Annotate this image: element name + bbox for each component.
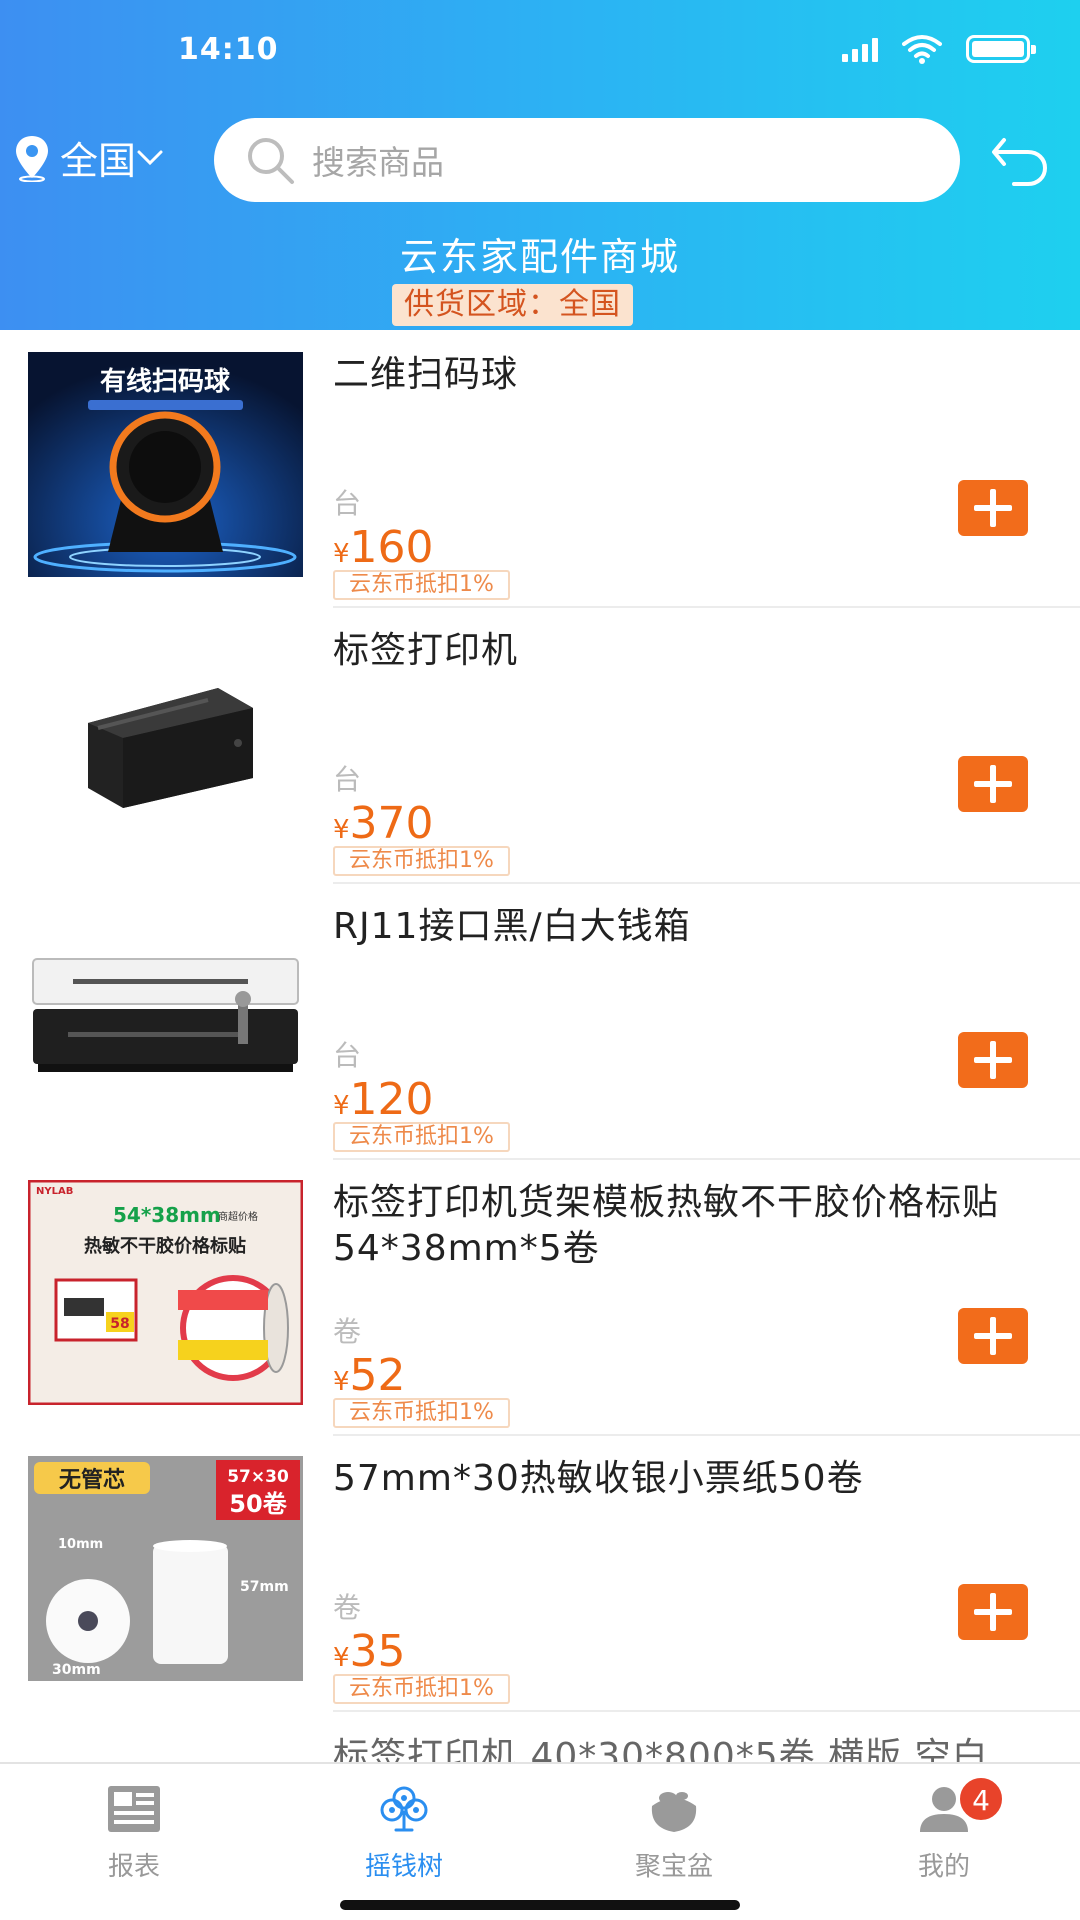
coin-discount-tag: 云东币抵扣1% — [333, 570, 510, 600]
product-unit: 台 — [333, 1039, 362, 1072]
wifi-icon — [902, 35, 942, 64]
product-name[interactable]: 标签打印机货架模板热敏不干胶价格标贴54*38mm*5卷 — [333, 1180, 1080, 1272]
location-pin-icon — [16, 135, 48, 182]
chevron-down-icon — [137, 150, 163, 165]
product-image-price-labels[interactable]: NYLAB 54*38mm 商超价格 热敏不干胶价格标贴 58 — [28, 1180, 303, 1405]
product-info: 标签打印机 台 ¥370 云东币抵扣1% — [333, 628, 1080, 884]
search-bar[interactable]: 搜索商品 — [214, 118, 960, 202]
product-unit: 卷 — [333, 1591, 362, 1624]
home-indicator[interactable] — [340, 1900, 740, 1910]
tab-label: 我的 — [917, 1852, 970, 1882]
product-info: 标签打印机货架模板热敏不干胶价格标贴54*38mm*5卷 卷 ¥52 云东币抵扣… — [333, 1180, 1080, 1436]
product-name[interactable]: 二维扫码球 — [333, 352, 1080, 398]
back-icon[interactable] — [990, 132, 1050, 188]
coin-discount-tag: 云东币抵扣1% — [333, 846, 510, 876]
location-label: 全国 — [60, 139, 137, 183]
product-list[interactable]: 有线扫码球 二维扫码球 台 ¥160 云东币抵扣1% 标签打印机 台 ¥370 … — [0, 332, 1080, 1762]
bottom-tab-bar: 报表 摇钱树 聚宝盆 4 我的 — [0, 1762, 1080, 1920]
product-image-receipt-paper[interactable]: 无管芯 57×30 50卷 10mm 57mm 30mm — [28, 1456, 303, 1681]
product-name[interactable]: 标签打印机 40*30*800*5卷 横版 空白 — [333, 1734, 1080, 1762]
tab-money-tree[interactable]: 摇钱树 — [314, 1784, 494, 1883]
header: 14:10 全国 搜索商品 云东家配件商城 供货区域：全国 — [0, 0, 1080, 330]
battery-icon — [966, 35, 1036, 63]
product-name[interactable]: RJ11接口黑/白大钱箱 — [333, 904, 1080, 950]
product-price: ¥52 — [333, 1350, 406, 1401]
tab-profile[interactable]: 4 我的 — [854, 1776, 1034, 1883]
product-price: ¥160 — [333, 522, 434, 573]
svg-text:58: 58 — [110, 1316, 129, 1332]
tab-treasure-bowl[interactable]: 聚宝盆 — [584, 1784, 764, 1883]
money-tree-icon — [380, 1786, 428, 1832]
svg-text:57×30: 57×30 — [227, 1467, 289, 1487]
add-to-cart-button[interactable] — [958, 756, 1028, 812]
supply-region-badge: 供货区域：全国 — [392, 284, 633, 326]
tab-report[interactable]: 报表 — [44, 1784, 224, 1883]
report-icon — [108, 1786, 160, 1832]
page-title: 云东家配件商城 — [399, 235, 680, 279]
add-to-cart-button[interactable] — [958, 1308, 1028, 1364]
product-price: ¥35 — [333, 1626, 406, 1677]
svg-text:无管芯: 无管芯 — [59, 1467, 125, 1493]
coin-discount-tag: 云东币抵扣1% — [333, 1122, 510, 1152]
product-item[interactable]: 有线扫码球 二维扫码球 台 ¥160 云东币抵扣1% — [0, 332, 1080, 608]
status-icons — [842, 34, 1036, 64]
product-unit: 卷 — [333, 1315, 362, 1348]
product-item[interactable]: NYLAB 54*38mm 商超价格 热敏不干胶价格标贴 58 标签打印机货架模… — [0, 1160, 1080, 1436]
product-price: ¥120 — [333, 1074, 434, 1125]
svg-text:商超价格: 商超价格 — [218, 1210, 258, 1223]
product-item[interactable]: RJ11接口黑/白大钱箱 台 ¥120 云东币抵扣1% — [0, 884, 1080, 1160]
tab-label: 摇钱树 — [364, 1852, 443, 1882]
add-to-cart-button[interactable] — [958, 480, 1028, 536]
image-text: 有线扫码球 — [100, 367, 231, 397]
product-name[interactable]: 57mm*30热敏收银小票纸50卷 — [333, 1456, 1080, 1502]
svg-text:NYLAB: NYLAB — [36, 1186, 73, 1197]
product-image-scanner[interactable]: 有线扫码球 — [28, 352, 303, 577]
coin-discount-tag: 云东币抵扣1% — [333, 1398, 510, 1428]
product-item[interactable]: 无管芯 57×30 50卷 10mm 57mm 30mm 57mm*30热敏收银… — [0, 1436, 1080, 1712]
cellular-signal-icon — [842, 36, 878, 62]
treasure-bowl-icon — [651, 1792, 697, 1832]
svg-text:30mm: 30mm — [52, 1662, 101, 1678]
product-info: RJ11接口黑/白大钱箱 台 ¥120 云东币抵扣1% — [333, 904, 1080, 1160]
product-name[interactable]: 标签打印机 — [333, 628, 1080, 674]
status-time: 14:10 — [178, 32, 279, 67]
product-item[interactable]: 标签打印机 台 ¥370 云东币抵扣1% — [0, 608, 1080, 884]
svg-text:10mm: 10mm — [58, 1537, 103, 1552]
product-item[interactable]: 标签打印机 40*30*800*5卷 横版 空白 — [0, 1712, 1080, 1762]
svg-text:57mm: 57mm — [240, 1579, 289, 1595]
tab-label: 聚宝盆 — [634, 1852, 713, 1882]
add-to-cart-button[interactable] — [958, 1032, 1028, 1088]
product-info: 57mm*30热敏收银小票纸50卷 卷 ¥35 云东币抵扣1% — [333, 1456, 1080, 1712]
svg-text:54*38mm: 54*38mm — [113, 1203, 221, 1227]
product-info: 标签打印机 40*30*800*5卷 横版 空白 — [333, 1734, 1080, 1762]
coin-discount-tag: 云东币抵扣1% — [333, 1674, 510, 1704]
status-bar: 14:10 — [0, 0, 1080, 100]
search-input[interactable]: 搜索商品 — [312, 136, 444, 184]
notification-badge: 4 — [958, 1776, 1004, 1822]
tab-label: 报表 — [107, 1852, 160, 1882]
product-info: 二维扫码球 台 ¥160 云东币抵扣1% — [333, 352, 1080, 608]
product-image-label-printer[interactable] — [28, 628, 303, 853]
product-unit: 台 — [333, 763, 362, 796]
product-image-cash-drawer[interactable] — [28, 904, 303, 1129]
product-unit: 台 — [333, 487, 362, 520]
add-to-cart-button[interactable] — [958, 1584, 1028, 1640]
svg-text:50卷: 50卷 — [229, 1490, 287, 1518]
search-icon — [248, 138, 294, 184]
product-price: ¥370 — [333, 798, 434, 849]
svg-text:热敏不干胶价格标贴: 热敏不干胶价格标贴 — [84, 1235, 246, 1257]
location-selector[interactable]: 全国 — [12, 130, 164, 185]
